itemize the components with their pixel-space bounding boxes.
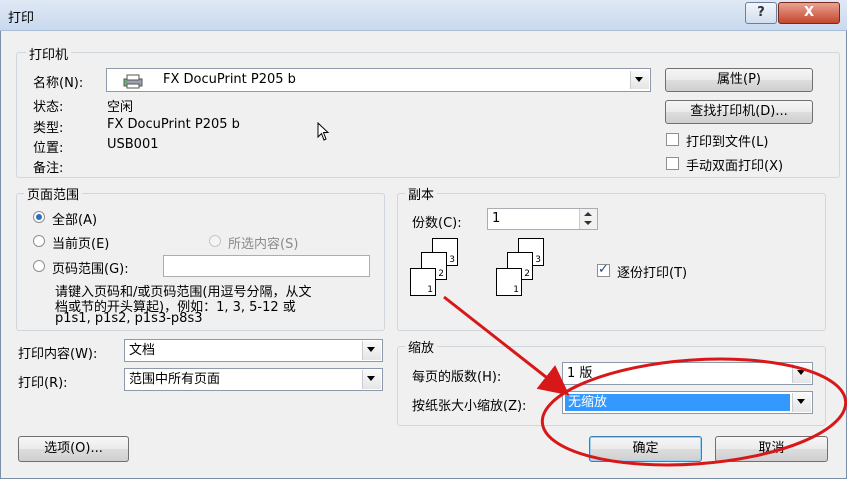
- annotation-arrow: [443, 295, 570, 396]
- red-annotation-overlay: [443, 295, 847, 467]
- annotation-ellipse: [540, 357, 847, 467]
